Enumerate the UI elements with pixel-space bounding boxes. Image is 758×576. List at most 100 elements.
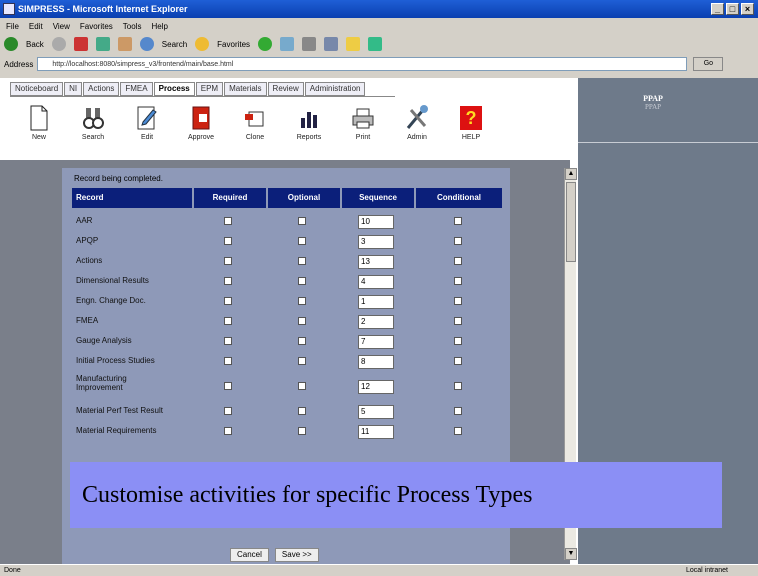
save-button[interactable]: Save >>	[274, 548, 319, 562]
sequence-input[interactable]: 8	[358, 355, 394, 369]
forward-arrow-icon[interactable]	[51, 37, 66, 51]
sequence-input[interactable]: 2	[358, 315, 394, 329]
menu-edit[interactable]: Edit	[29, 22, 43, 31]
tab-actions[interactable]: Actions	[83, 82, 120, 96]
sequence-input[interactable]: 12	[358, 380, 394, 394]
sequence-input[interactable]: 1	[358, 295, 394, 309]
required-checkbox[interactable]	[224, 257, 232, 265]
required-checkbox[interactable]	[224, 277, 232, 285]
tab-administration[interactable]: Administration	[304, 82, 366, 96]
sequence-input[interactable]: 4	[358, 275, 394, 289]
optional-checkbox[interactable]	[298, 407, 306, 415]
edit-button[interactable]: Edit	[130, 104, 164, 141]
required-checkbox[interactable]	[224, 382, 232, 390]
tab-process[interactable]: Process	[153, 82, 195, 96]
optional-checkbox[interactable]	[298, 237, 306, 245]
conditional-checkbox[interactable]	[454, 237, 462, 245]
conditional-checkbox[interactable]	[454, 317, 462, 325]
print-button[interactable]: Print	[346, 104, 380, 141]
reports-button[interactable]: Reports	[292, 104, 326, 141]
required-checkbox[interactable]	[224, 357, 232, 365]
edit-label: Edit	[140, 134, 154, 141]
required-checkbox[interactable]	[224, 237, 232, 245]
scroll-up-icon[interactable]: ▲	[565, 168, 577, 180]
sequence-input[interactable]: 13	[358, 255, 394, 269]
new-button[interactable]: New	[22, 104, 56, 141]
optional-checkbox[interactable]	[298, 217, 306, 225]
optional-checkbox[interactable]	[298, 427, 306, 435]
sequence-input[interactable]: 11	[358, 425, 394, 439]
tab-ni[interactable]: NI	[64, 82, 83, 96]
admin-button[interactable]: Admin	[400, 104, 434, 141]
module-tabs: Noticeboard NI Actions FMEA Process EPM …	[10, 82, 366, 96]
required-checkbox[interactable]	[224, 297, 232, 305]
print-icon[interactable]	[302, 37, 317, 51]
scroll-down-icon[interactable]: ▼	[565, 548, 577, 560]
home-icon[interactable]	[117, 37, 132, 51]
tab-fmea[interactable]: FMEA	[120, 82, 153, 96]
required-checkbox[interactable]	[224, 317, 232, 325]
table-row: Material Perf Test Result 5	[72, 402, 502, 422]
minimize-button[interactable]: _	[711, 3, 724, 15]
optional-checkbox[interactable]	[298, 382, 306, 390]
tab-epm[interactable]: EPM	[195, 82, 224, 96]
search-button[interactable]: Search	[162, 40, 187, 49]
optional-checkbox[interactable]	[298, 317, 306, 325]
folder-icon[interactable]	[346, 37, 361, 51]
conditional-checkbox[interactable]	[454, 382, 462, 390]
required-checkbox[interactable]	[224, 427, 232, 435]
required-checkbox[interactable]	[224, 407, 232, 415]
approve-button[interactable]: Approve	[184, 104, 218, 141]
tab-materials[interactable]: Materials	[224, 82, 267, 96]
tab-noticeboard[interactable]: Noticeboard	[10, 82, 64, 96]
stop-icon[interactable]	[73, 37, 88, 51]
maximize-button[interactable]: □	[726, 3, 739, 15]
zone-label: Local intranet	[685, 567, 728, 574]
optional-checkbox[interactable]	[298, 337, 306, 345]
clone-button[interactable]: Clone	[238, 104, 272, 141]
cancel-button[interactable]: Cancel	[230, 548, 269, 562]
conditional-checkbox[interactable]	[454, 427, 462, 435]
menu-help[interactable]: Help	[151, 22, 167, 31]
scroll-thumb[interactable]	[566, 182, 576, 262]
optional-checkbox[interactable]	[298, 297, 306, 305]
search-icon[interactable]	[139, 37, 154, 51]
sequence-input[interactable]: 5	[358, 405, 394, 419]
go-button[interactable]: Go	[693, 57, 724, 71]
favorites-star-icon[interactable]	[195, 37, 210, 51]
sequence-input[interactable]: 3	[358, 235, 394, 249]
media-icon[interactable]	[258, 37, 273, 51]
menu-file[interactable]: File	[6, 22, 19, 31]
required-checkbox[interactable]	[224, 217, 232, 225]
conditional-checkbox[interactable]	[454, 337, 462, 345]
conditional-checkbox[interactable]	[454, 407, 462, 415]
menu-bar: File Edit View Favorites Tools Help	[0, 18, 758, 34]
required-checkbox[interactable]	[224, 337, 232, 345]
optional-checkbox[interactable]	[298, 357, 306, 365]
help-button[interactable]: ? HELP	[454, 104, 488, 141]
conditional-checkbox[interactable]	[454, 257, 462, 265]
optional-checkbox[interactable]	[298, 277, 306, 285]
edit-icon[interactable]	[324, 37, 339, 51]
conditional-checkbox[interactable]	[454, 217, 462, 225]
menu-favorites[interactable]: Favorites	[80, 22, 113, 31]
tab-review[interactable]: Review	[267, 82, 304, 96]
messenger-icon[interactable]	[368, 37, 383, 51]
back-arrow-icon[interactable]	[4, 37, 18, 51]
menu-tools[interactable]: Tools	[123, 22, 142, 31]
sequence-input[interactable]: 10	[358, 215, 394, 229]
close-button[interactable]: ×	[741, 3, 754, 15]
back-button[interactable]: Back	[26, 40, 44, 49]
mail-icon[interactable]	[280, 37, 295, 51]
conditional-checkbox[interactable]	[454, 297, 462, 305]
search-tool-button[interactable]: Search	[76, 104, 110, 141]
refresh-icon[interactable]	[95, 37, 110, 51]
favorites-button[interactable]: Favorites	[217, 40, 250, 49]
address-input[interactable]: http://localhost:8080/simpress_v3/fronte…	[37, 57, 688, 71]
optional-checkbox[interactable]	[298, 257, 306, 265]
conditional-checkbox[interactable]	[454, 357, 462, 365]
table-row: Actions 13	[72, 252, 502, 272]
conditional-checkbox[interactable]	[454, 277, 462, 285]
menu-view[interactable]: View	[53, 22, 70, 31]
sequence-input[interactable]: 7	[358, 335, 394, 349]
